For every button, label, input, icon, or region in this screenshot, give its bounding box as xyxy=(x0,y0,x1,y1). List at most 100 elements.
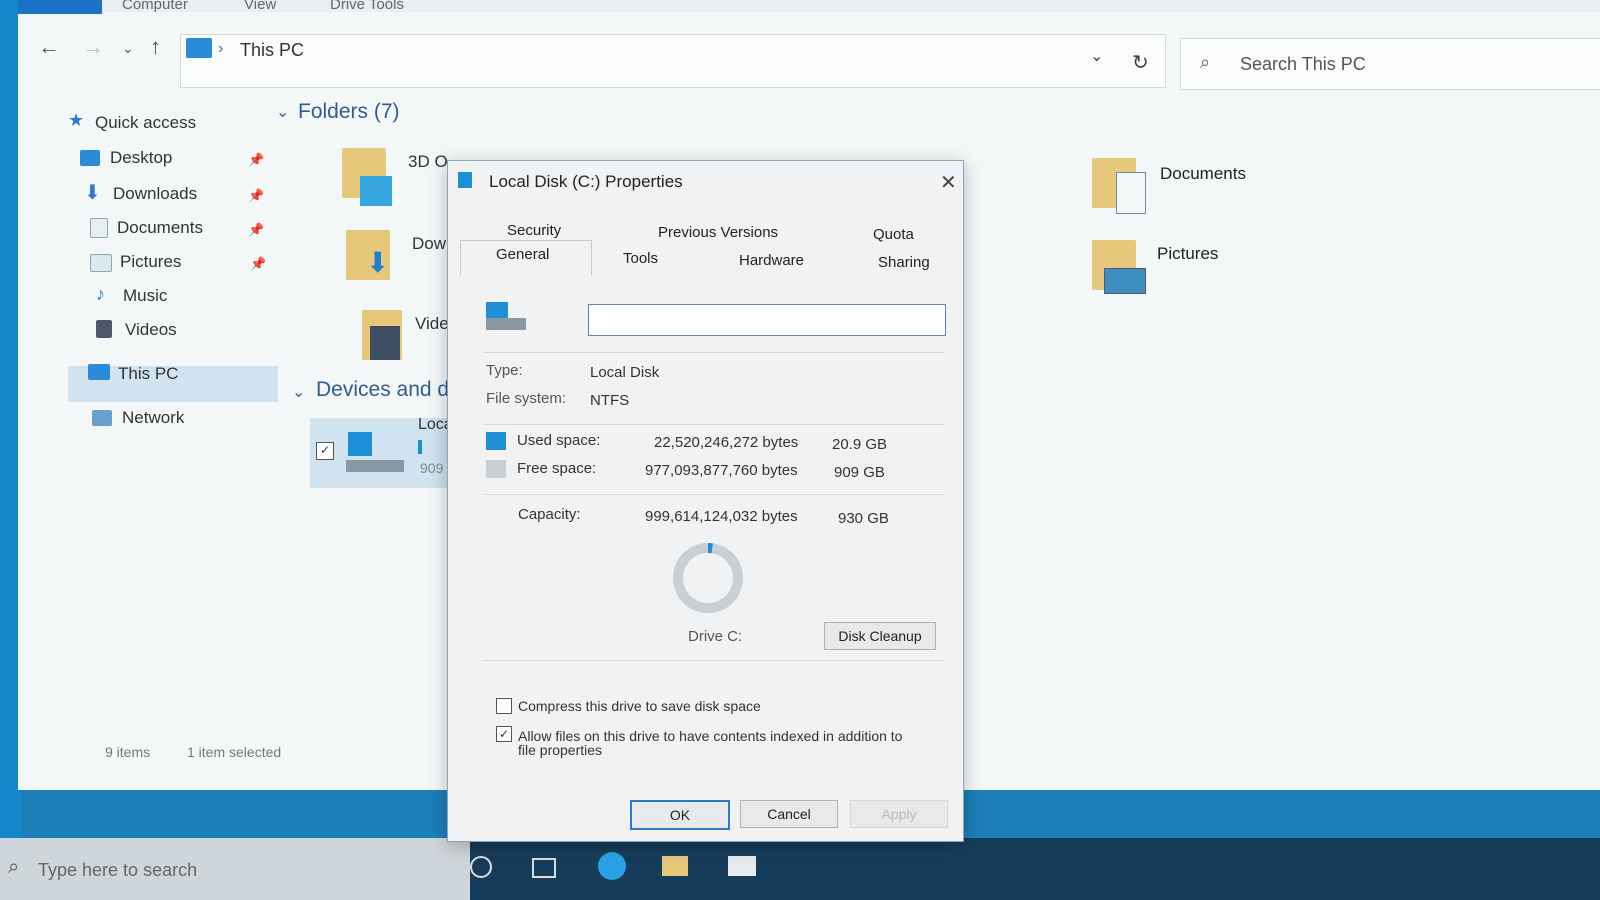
free-space-bytes: 977,093,877,760 bytes xyxy=(645,462,798,479)
edge-browser-icon[interactable] xyxy=(598,852,626,880)
index-checkbox[interactable]: ✓ xyxy=(496,726,512,742)
item-checkbox[interactable]: ✓ xyxy=(316,442,334,460)
pin-icon[interactable]: 📌 xyxy=(248,152,264,168)
used-space-label: Used space: xyxy=(517,432,601,449)
sidebar-item-desktop[interactable]: Desktop xyxy=(110,148,172,168)
pictures-icon xyxy=(1104,268,1146,294)
ribbon-tab-computer[interactable]: Computer xyxy=(122,0,188,13)
sidebar-item-videos[interactable]: Videos xyxy=(125,320,177,340)
divider xyxy=(484,424,944,425)
folder-label[interactable]: Dow xyxy=(412,234,446,254)
breadcrumb-this-pc[interactable]: This PC xyxy=(240,40,304,61)
collapse-chevron-icon[interactable]: ⌄ xyxy=(292,382,305,402)
hard-drive-icon xyxy=(346,460,404,472)
close-icon[interactable]: ✕ xyxy=(940,170,957,195)
back-arrow-icon[interactable]: ← xyxy=(38,34,60,60)
videos-icon xyxy=(96,320,112,338)
sidebar-item-pictures[interactable]: Pictures xyxy=(120,252,181,272)
devices-section-header[interactable]: Devices and dr xyxy=(316,378,456,402)
tab-previous-versions[interactable]: Previous Versions xyxy=(658,224,778,241)
tab-hardware[interactable]: Hardware xyxy=(739,252,804,269)
forward-arrow-icon[interactable]: → xyxy=(82,34,104,60)
this-pc-icon xyxy=(186,38,212,58)
sidebar-item-quick-access[interactable]: Quick access xyxy=(95,113,196,133)
folder-label[interactable]: Vide xyxy=(415,314,449,334)
tab-sharing[interactable]: Sharing xyxy=(878,254,930,271)
used-space-gb: 20.9 GB xyxy=(832,436,888,453)
search-icon: ⌕ xyxy=(8,856,20,878)
pin-icon[interactable]: 📌 xyxy=(250,256,266,272)
folder-label[interactable]: Documents xyxy=(1160,164,1246,184)
ok-button[interactable]: OK xyxy=(630,800,730,830)
folder-label[interactable]: Pictures xyxy=(1157,244,1218,264)
refresh-icon[interactable]: ↻ xyxy=(1132,50,1149,75)
compress-checkbox[interactable] xyxy=(496,698,512,714)
up-arrow-icon[interactable]: ↑ xyxy=(150,34,161,60)
sidebar-item-downloads[interactable]: Downloads xyxy=(113,184,197,204)
taskbar-search-placeholder: Type here to search xyxy=(38,860,198,880)
file-system-value: NTFS xyxy=(590,392,630,409)
index-label-line-2[interactable]: file properties xyxy=(518,742,602,758)
used-space-swatch xyxy=(486,432,506,450)
cancel-button[interactable]: Cancel xyxy=(740,800,838,828)
recent-locations-chevron-icon[interactable]: ⌄ xyxy=(122,40,134,57)
windows-logo-icon xyxy=(348,432,372,456)
type-value: Local Disk xyxy=(590,364,660,381)
divider xyxy=(484,660,944,661)
address-dropdown-chevron-icon[interactable]: ⌄ xyxy=(1090,46,1103,66)
address-bar[interactable] xyxy=(180,34,1166,88)
download-arrow-icon: ⬇ xyxy=(366,247,390,278)
sidebar-item-network[interactable]: Network xyxy=(122,408,184,428)
apply-button[interactable]: Apply xyxy=(850,800,948,828)
file-explorer-taskbar-icon[interactable] xyxy=(662,856,688,876)
drive-name-input[interactable] xyxy=(588,304,946,336)
used-space-bytes: 22,520,246,272 bytes xyxy=(654,434,799,451)
divider xyxy=(484,494,944,495)
documents-icon xyxy=(90,218,108,238)
disk-usage-donut xyxy=(673,543,743,613)
pin-icon[interactable]: 📌 xyxy=(248,222,264,238)
tab-tools[interactable]: Tools xyxy=(623,250,658,267)
free-space-label: Free space: xyxy=(517,460,597,477)
folders-section-header[interactable]: Folders (7) xyxy=(298,100,400,124)
search-placeholder: Search This PC xyxy=(1240,54,1366,74)
tab-general[interactable]: General xyxy=(496,246,549,263)
device-usage-bar xyxy=(418,440,422,454)
network-icon xyxy=(92,410,112,426)
ribbon-tab-file[interactable] xyxy=(18,0,102,14)
folder-label[interactable]: 3D O xyxy=(408,152,448,172)
pictures-icon xyxy=(90,254,112,272)
cortana-icon[interactable] xyxy=(470,856,492,878)
capacity-label: Capacity: xyxy=(518,506,581,523)
disk-cleanup-button[interactable]: Disk Cleanup xyxy=(824,622,936,650)
this-pc-icon xyxy=(88,364,110,380)
3d-objects-icon xyxy=(360,176,392,206)
sidebar-item-music[interactable]: Music xyxy=(123,286,167,306)
mail-icon[interactable] xyxy=(728,856,756,876)
status-selection: 1 item selected xyxy=(187,744,282,760)
file-system-label: File system: xyxy=(486,390,567,407)
star-icon: ★ xyxy=(68,110,85,130)
collapse-chevron-icon[interactable]: ⌄ xyxy=(276,102,289,122)
videos-icon xyxy=(370,326,400,360)
drive-icon xyxy=(458,172,472,188)
pin-icon[interactable]: 📌 xyxy=(248,188,264,204)
ribbon-tab-drive-tools[interactable]: Drive Tools xyxy=(330,0,404,13)
free-space-ring xyxy=(673,543,743,613)
documents-icon xyxy=(1116,172,1146,214)
sidebar-item-documents[interactable]: Documents xyxy=(117,218,203,238)
free-space-swatch xyxy=(486,460,506,478)
compress-label[interactable]: Compress this drive to save disk space xyxy=(518,698,761,714)
breadcrumb-separator: › xyxy=(218,40,224,57)
music-note-icon: ♪ xyxy=(96,284,105,304)
tab-security[interactable]: Security xyxy=(507,222,561,239)
hard-drive-icon xyxy=(486,318,526,330)
tab-quota[interactable]: Quota xyxy=(873,226,914,243)
type-label: Type: xyxy=(486,362,523,379)
task-view-icon[interactable] xyxy=(532,858,556,878)
download-arrow-icon: ⬇ xyxy=(84,182,101,204)
divider xyxy=(484,352,944,353)
search-icon: ⌕ xyxy=(1200,52,1211,72)
sidebar-item-this-pc[interactable]: This PC xyxy=(118,364,178,384)
ribbon-tab-view[interactable]: View xyxy=(244,0,276,13)
